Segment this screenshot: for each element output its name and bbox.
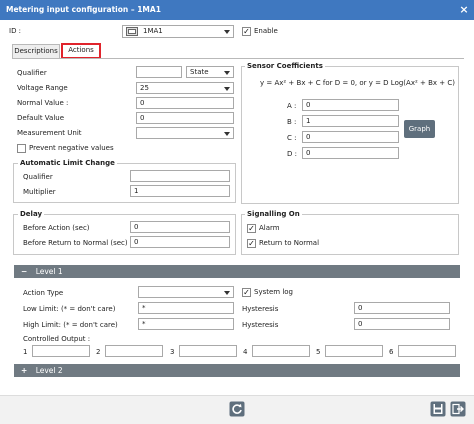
output-input-2[interactable] (105, 345, 163, 357)
action-type-label: Action Type (23, 289, 64, 297)
low-limit-input[interactable]: * (138, 302, 234, 314)
hysteresis-high-input[interactable]: 0 (354, 318, 450, 330)
before-action-label: Before Action (sec) (23, 224, 90, 232)
auto-limit-legend: Automatic Limit Change (18, 158, 117, 168)
output-number: 2 (96, 348, 101, 356)
sensor-legend: Sensor Coefficients (245, 61, 325, 71)
delay-legend: Delay (18, 209, 45, 219)
coef-c-label: C : (287, 134, 297, 142)
output-input-4[interactable] (252, 345, 310, 357)
tab-descriptions[interactable]: Descriptions (12, 44, 60, 58)
level1-title: Level 1 (35, 267, 63, 276)
default-value-label: Default Value (17, 114, 65, 122)
output-number: 1 (23, 348, 28, 356)
exit-icon[interactable] (450, 401, 466, 417)
hysteresis-low-input[interactable]: 0 (354, 302, 450, 314)
before-action-input[interactable]: 0 (130, 221, 230, 233)
alarm-checkbox[interactable]: ✓ (247, 224, 256, 233)
window-titlebar: Metering input configuration – 1MA1 × (0, 0, 474, 20)
coef-b-label: B : (287, 118, 297, 126)
output-number: 3 (170, 348, 175, 356)
output-number: 4 (243, 348, 248, 356)
voltage-range-select[interactable]: 25 (136, 82, 234, 94)
action-type-select[interactable] (138, 286, 234, 298)
output-input-5[interactable] (325, 345, 383, 357)
enable-label: Enable (254, 27, 278, 35)
id-label: ID : (9, 27, 22, 35)
normal-value-label: Normal Value : (17, 99, 69, 107)
return-normal-checkbox[interactable]: ✓ (247, 239, 256, 248)
output-number: 6 (389, 348, 394, 356)
level2-header[interactable]: + Level 2 (14, 364, 460, 377)
coef-d-label: D : (287, 150, 297, 158)
coef-b-input[interactable]: 1 (302, 115, 399, 127)
qualifier-input[interactable] (136, 66, 182, 78)
auto-qualifier-label: Qualifier (23, 173, 53, 181)
before-return-label: Before Return to Normal (sec) (23, 239, 128, 247)
auto-qualifier-input[interactable] (130, 170, 230, 182)
prevent-negative-label: Prevent negative values (29, 144, 114, 152)
refresh-icon[interactable] (229, 401, 245, 417)
default-value-input[interactable]: 0 (136, 112, 234, 124)
high-limit-input[interactable]: * (138, 318, 234, 330)
output-input-3[interactable] (179, 345, 237, 357)
level2-title: Level 2 (35, 366, 63, 375)
output-input-1[interactable] (32, 345, 90, 357)
system-log-label: System log (254, 288, 293, 296)
tab-divider (12, 58, 464, 59)
signalling-fieldset (241, 214, 459, 255)
state-select[interactable]: State (186, 66, 234, 78)
measurement-unit-select[interactable] (136, 127, 234, 139)
alarm-label: Alarm (259, 224, 280, 232)
coef-d-input[interactable]: 0 (302, 147, 399, 159)
return-normal-label: Return to Normal (259, 239, 320, 247)
hysteresis-low-label: Hysteresis (242, 305, 279, 313)
window-title: Metering input configuration – 1MA1 (6, 5, 161, 14)
output-input-6[interactable] (398, 345, 456, 357)
level1-header[interactable]: − Level 1 (14, 265, 460, 278)
multiplier-input[interactable]: 1 (130, 185, 230, 197)
low-limit-label: Low Limit: (* = don't care) (23, 305, 116, 313)
before-return-input[interactable]: 0 (130, 236, 230, 248)
controlled-output-label: Controlled Output : (23, 335, 91, 343)
id-select[interactable]: 1MA1 (122, 25, 234, 38)
expand-icon[interactable]: + (21, 366, 27, 375)
graph-button[interactable]: Graph (404, 120, 435, 138)
prevent-negative-checkbox[interactable] (17, 144, 26, 153)
auto-limit-fieldset (13, 163, 236, 203)
measurement-unit-label: Measurement Unit (17, 129, 82, 137)
sensor-formula: y = Ax² + Bx + C for D = 0, or y = D Log… (260, 79, 455, 87)
coef-a-input[interactable]: 0 (302, 99, 399, 111)
collapse-icon[interactable]: − (21, 267, 27, 276)
close-icon[interactable]: × (454, 0, 474, 20)
high-limit-label: High Limit: (* = don't care) (23, 321, 118, 329)
coef-a-label: A : (287, 102, 297, 110)
tab-actions[interactable]: Actions (61, 43, 101, 59)
hysteresis-high-label: Hysteresis (242, 321, 279, 329)
system-log-checkbox[interactable]: ✓ (242, 288, 251, 297)
multiplier-label: Multiplier (23, 188, 56, 196)
save-icon[interactable] (430, 401, 446, 417)
coef-c-input[interactable]: 0 (302, 131, 399, 143)
normal-value-input[interactable]: 0 (136, 97, 234, 109)
enable-checkbox[interactable]: ✓ (242, 27, 251, 36)
id-value: 1MA1 (143, 27, 163, 35)
signalling-legend: Signalling On (245, 209, 302, 219)
voltage-range-label: Voltage Range (17, 84, 68, 92)
device-icon (126, 27, 138, 36)
qualifier-label: Qualifier (17, 69, 47, 77)
output-number: 5 (316, 348, 321, 356)
